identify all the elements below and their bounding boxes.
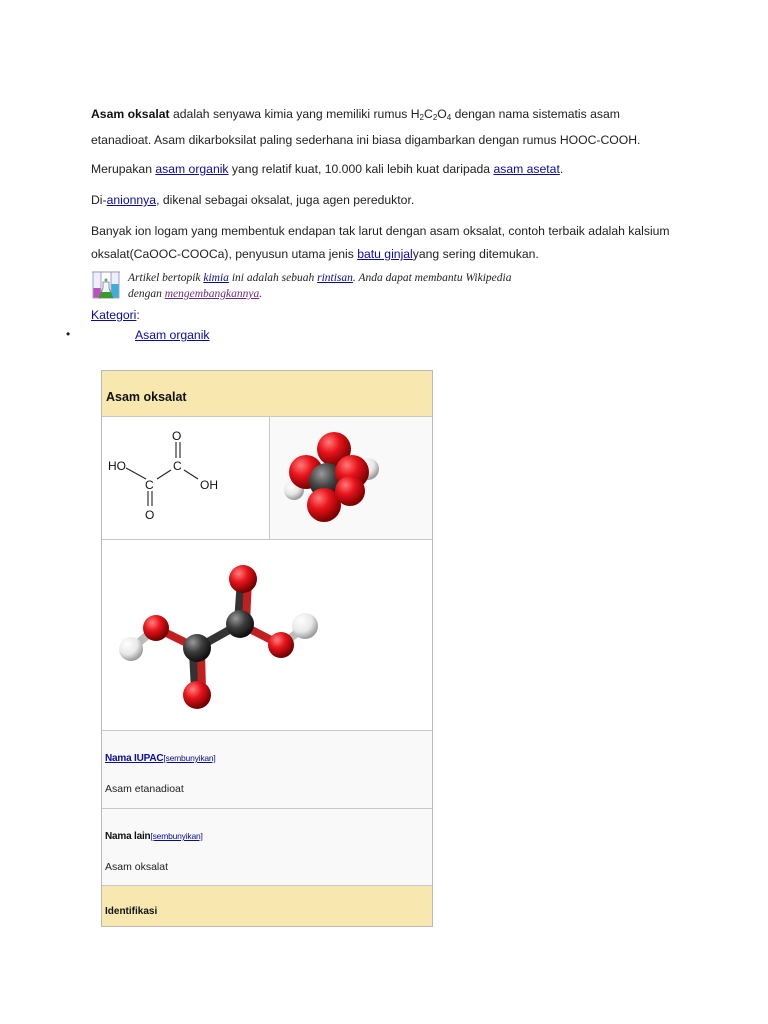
p1-text-2: C — [424, 107, 433, 121]
p1-text-3: O — [437, 107, 447, 121]
other-names-header: Nama lain[sembunyikan] — [105, 831, 203, 842]
link-category-asam-organik[interactable]: Asam organik — [135, 328, 210, 342]
atom-h — [292, 613, 318, 639]
atom-ho: HO — [108, 459, 126, 473]
link-rintisan[interactable]: rintisan — [317, 272, 353, 284]
atom-oxygen — [143, 615, 169, 641]
atom-c-right: C — [173, 459, 182, 473]
atom-oxygen — [335, 476, 365, 506]
identification-header: Identifikasi — [105, 906, 158, 917]
stub-text-3: . Anda dapat membantu Wikipedia — [352, 272, 512, 284]
category-item: Asam organik — [135, 327, 210, 343]
atom-oxygen — [268, 632, 294, 658]
atom-carbon — [226, 610, 254, 638]
category-header: Kategori: — [91, 307, 140, 323]
infobox-identification-row: Identifikasi — [102, 886, 432, 926]
iupac-hide-toggle[interactable]: [sembunyikan] — [163, 753, 215, 763]
infobox-title-row: Asam oksalat — [102, 371, 432, 417]
other-names-hide-toggle[interactable]: [sembunyikan] — [150, 831, 202, 841]
paragraph-acidity: Merupakan asam organik yang relatif kuat… — [91, 158, 671, 181]
p4-text-2: yang sering ditemukan. — [412, 247, 539, 261]
structural-formula-image[interactable]: O HO C C OH O — [102, 417, 270, 539]
p3-text-2: , dikenal sebagai oksalat, juga agen per… — [156, 193, 415, 207]
list-bullet: • — [66, 327, 71, 341]
paragraph-anion: Di-anionnya, dikenal sebagai oksalat, ju… — [91, 189, 671, 212]
link-asam-asetat[interactable]: asam asetat — [493, 162, 559, 176]
link-kategori[interactable]: Kategori — [91, 308, 136, 322]
article-title-bold: Asam oksalat — [91, 107, 170, 121]
paragraph-metal-ions: Banyak ion logam yang membentuk endapan … — [91, 220, 671, 266]
stub-text-5: . — [259, 288, 263, 300]
p1-text-1: adalah senyawa kimia yang memiliki rumus… — [169, 107, 420, 121]
space-filling-model-image[interactable] — [270, 417, 432, 539]
other-names-value: Asam oksalat — [105, 861, 169, 873]
p2-text-3: . — [559, 162, 564, 176]
iupac-value: Asam etanadioat — [105, 783, 184, 795]
stub-text-1: Artikel bertopik — [128, 272, 204, 284]
iupac-header: Nama IUPAC[sembunyikan] — [105, 753, 216, 764]
link-mengembangkannya[interactable]: mengembangkannya — [165, 288, 260, 300]
atom-o-bottom: O — [145, 508, 154, 522]
atom-oxygen — [183, 681, 211, 709]
category-colon: : — [136, 308, 140, 322]
other-names-label: Nama lain — [105, 831, 151, 842]
atom-c-left: C — [145, 478, 154, 492]
p2-text-1: Merupakan — [91, 162, 156, 176]
link-batu-ginjal[interactable]: batu ginjal — [357, 247, 413, 261]
link-anionnya[interactable]: anionnya — [107, 193, 156, 207]
infobox-title: Asam oksalat — [106, 390, 187, 404]
p3-text-1: Di- — [91, 193, 107, 207]
stub-notice: Artikel bertopik kimia ini adalah sebuah… — [90, 268, 570, 304]
structural-formula-drawing: O HO C C OH O — [108, 429, 218, 522]
space-filling-model — [284, 432, 379, 522]
atom-oxygen — [229, 565, 257, 593]
stub-text-2: ini adalah sebuah — [228, 272, 318, 284]
atom-h — [119, 637, 143, 661]
chemistry-flask-icon — [90, 270, 122, 302]
infobox-images-row: O HO C C OH O — [102, 417, 432, 540]
ball-and-stick-model — [119, 565, 318, 709]
atom-oh: OH — [200, 478, 218, 492]
link-kimia[interactable]: kimia — [203, 272, 229, 284]
stub-text-4: dengan — [128, 288, 165, 300]
link-asam-organik[interactable]: asam organik — [155, 162, 228, 176]
infobox-other-names-section: Nama lain[sembunyikan] Asam oksalat — [102, 809, 432, 886]
p2-text-2: yang relatif kuat, 10.000 kali lebih kua… — [228, 162, 494, 176]
ball-and-stick-image[interactable] — [102, 540, 432, 731]
link-nama-iupac[interactable]: Nama IUPAC — [105, 753, 164, 764]
paragraph-intro: Asam oksalat adalah senyawa kimia yang m… — [91, 103, 671, 152]
stub-text: Artikel bertopik kimia ini adalah sebuah… — [128, 270, 511, 302]
atom-carbon — [183, 634, 211, 662]
atom-o-top: O — [172, 429, 181, 443]
infobox-iupac-section: Nama IUPAC[sembunyikan] Asam etanadioat — [102, 731, 432, 809]
infobox: Asam oksalat O HO C C OH O Nama IUPAC[se… — [101, 370, 433, 927]
